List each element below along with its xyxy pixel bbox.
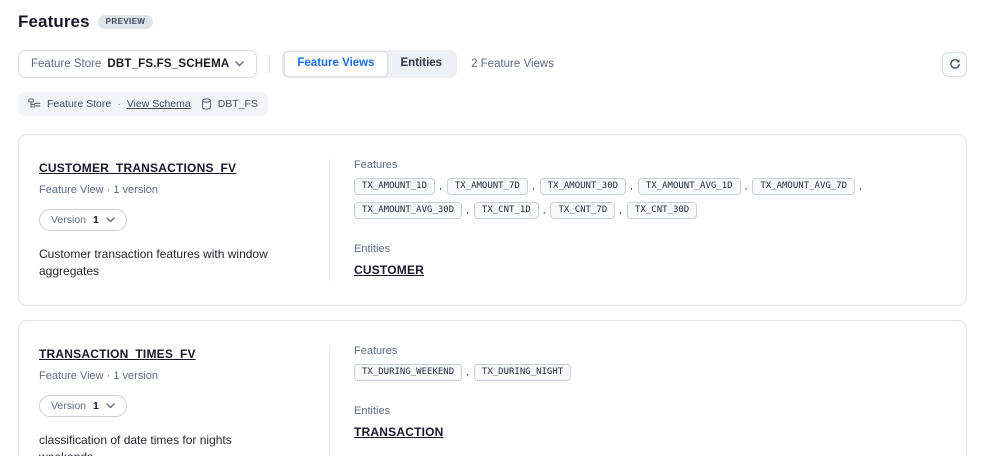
title-row: Features PREVIEW — [18, 10, 967, 34]
feature-view-title-link[interactable]: TRANSACTION_TIMES_FV — [39, 347, 196, 361]
version-label: Version — [51, 214, 86, 226]
entities-section-label: Entities — [354, 405, 946, 417]
feature-chip: TX_AMOUNT_30D — [540, 178, 626, 195]
database-icon — [201, 98, 212, 110]
chip-separator: , — [619, 205, 622, 216]
chip-separator: , — [466, 205, 469, 216]
version-value: 1 — [93, 214, 99, 226]
feature-store-value: DBT_FS.FS_SCHEMA — [107, 58, 229, 70]
version-value: 1 — [93, 400, 99, 412]
chevron-down-icon — [106, 217, 115, 223]
refresh-icon — [949, 58, 961, 70]
feature-chip: TX_AMOUNT_AVG_1D — [638, 178, 741, 195]
tab-feature-views[interactable]: Feature Views — [284, 51, 387, 77]
entities-link-list: TRANSACTION — [354, 417, 946, 441]
features-page: Features PREVIEW Feature Store DBT_FS.FS… — [0, 0, 985, 456]
card-left-column: TRANSACTION_TIMES_FV Feature View · 1 ve… — [39, 345, 329, 456]
entities-section: Entities CUSTOMER — [354, 243, 946, 279]
features-section-label: Features — [354, 159, 946, 171]
card-right-column: Features TX_AMOUNT_1D,TX_AMOUNT_7D,TX_AM… — [329, 159, 946, 281]
breadcrumb-separator: · — [117, 98, 121, 110]
refresh-button[interactable] — [942, 52, 967, 77]
entity-link[interactable]: TRANSACTION — [354, 425, 444, 439]
chevron-down-icon — [235, 61, 244, 67]
chip-separator: , — [543, 205, 546, 216]
feature-view-description: Customer transaction features with windo… — [39, 246, 289, 281]
chip-separator: , — [466, 367, 469, 378]
chip-separator: , — [859, 181, 862, 192]
features-chip-list: TX_AMOUNT_1D, TX_AMOUNT_7D, TX_AMOUNT_30D,… — [354, 178, 946, 219]
feature-chip: TX_AMOUNT_1D — [354, 178, 435, 195]
entity-link[interactable]: CUSTOMER — [354, 263, 424, 277]
feature-view-card: CUSTOMER_TRANSACTIONS_FV Feature View · … — [18, 134, 967, 306]
features-section-label: Features — [354, 345, 946, 357]
entities-section-label: Entities — [354, 243, 946, 255]
card-left-column: CUSTOMER_TRANSACTIONS_FV Feature View · … — [39, 159, 329, 281]
feature-chip: TX_CNT_1D — [474, 202, 539, 219]
breadcrumb-store-label: Feature Store — [47, 98, 111, 110]
feature-views-count: 2 Feature Views — [471, 58, 554, 70]
version-select[interactable]: Version 1 — [39, 395, 127, 417]
card-right-column: Features TX_DURING_WEEKEND, TX_DURING_NIG… — [329, 345, 946, 456]
feature-view-card: TRANSACTION_TIMES_FV Feature View · 1 ve… — [18, 320, 967, 456]
feature-view-meta: Feature View · 1 version — [39, 370, 305, 382]
view-tabs: Feature Views Entities — [282, 50, 457, 78]
feature-store-label: Feature Store — [31, 58, 101, 70]
preview-badge: PREVIEW — [98, 15, 154, 29]
chevron-down-icon — [106, 403, 115, 409]
feature-chip: TX_AMOUNT_AVG_30D — [354, 202, 462, 219]
features-chip-list: TX_DURING_WEEKEND, TX_DURING_NIGHT — [354, 364, 946, 381]
feature-view-title-link[interactable]: CUSTOMER_TRANSACTIONS_FV — [39, 161, 236, 175]
feature-view-list: CUSTOMER_TRANSACTIONS_FV Feature View · … — [18, 134, 967, 456]
view-schema-link[interactable]: View Schema — [127, 98, 191, 110]
toolbar-divider — [269, 55, 270, 73]
breadcrumb-db-name: DBT_FS — [218, 98, 258, 110]
feature-view-description: classification of date times for nights … — [39, 432, 289, 456]
chip-separator: , — [532, 181, 535, 192]
chip-separator: , — [439, 181, 442, 192]
feature-view-meta: Feature View · 1 version — [39, 184, 305, 196]
chip-separator: , — [630, 181, 633, 192]
entities-section: Entities TRANSACTION — [354, 405, 946, 441]
version-label: Version — [51, 400, 86, 412]
feature-chip: TX_AMOUNT_AVG_7D — [752, 178, 855, 195]
feature-chip: TX_DURING_WEEKEND — [354, 364, 462, 381]
controls-row: Feature Store DBT_FS.FS_SCHEMA Feature V… — [18, 50, 967, 78]
feature-chip: TX_CNT_30D — [627, 202, 697, 219]
feature-chip: TX_DURING_NIGHT — [474, 364, 571, 381]
feature-chip: TX_CNT_7D — [550, 202, 615, 219]
tab-entities[interactable]: Entities — [388, 51, 456, 77]
breadcrumb: Feature Store · View Schema DBT_FS — [18, 92, 268, 116]
version-select[interactable]: Version 1 — [39, 209, 127, 231]
schema-tree-icon — [28, 98, 41, 110]
feature-store-select[interactable]: Feature Store DBT_FS.FS_SCHEMA — [18, 50, 257, 78]
page-title: Features — [18, 12, 90, 32]
feature-chip: TX_AMOUNT_7D — [447, 178, 528, 195]
entities-link-list: CUSTOMER — [354, 255, 946, 279]
chip-separator: , — [745, 181, 748, 192]
